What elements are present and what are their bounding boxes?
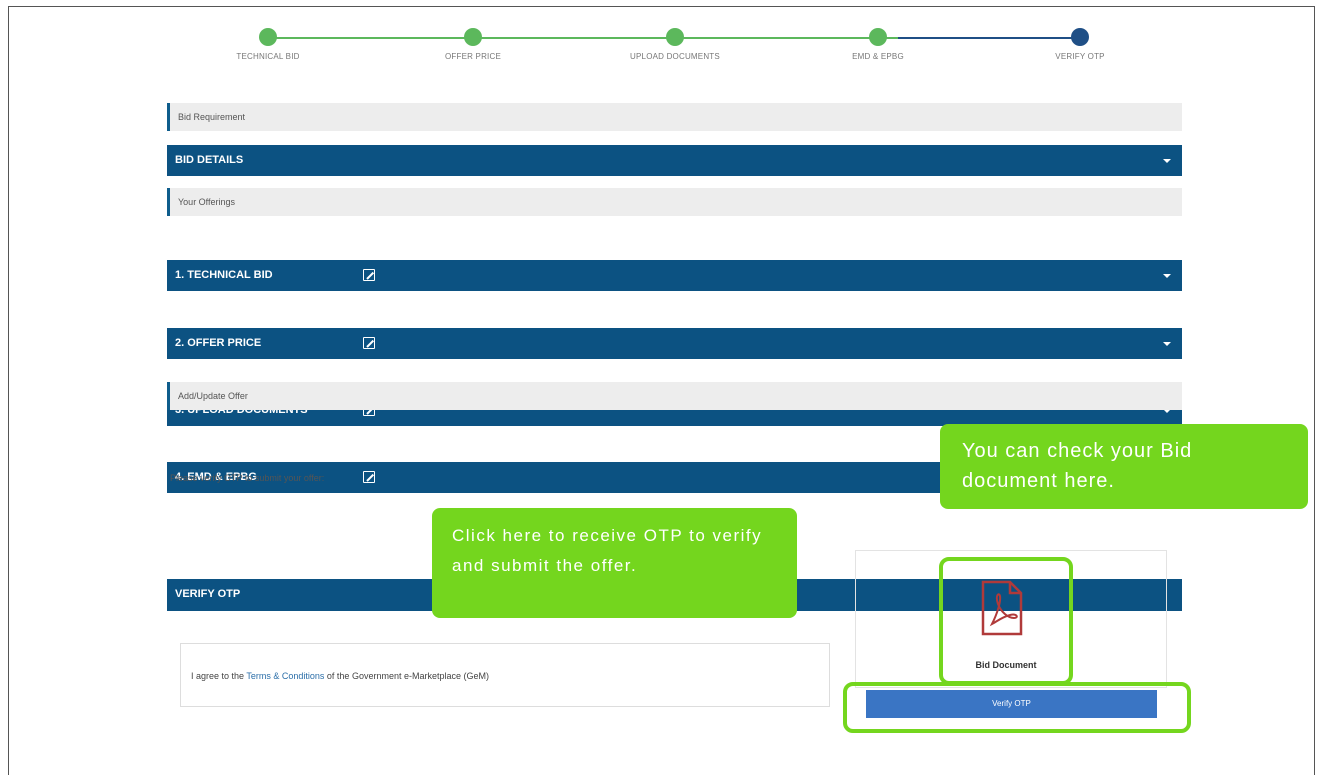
caret-down-icon: [1163, 274, 1171, 278]
bid-details-accordion[interactable]: BID DETAILS: [167, 145, 1182, 176]
terms-link[interactable]: Terms & Conditions: [246, 671, 324, 681]
step-dot: [259, 28, 277, 46]
otp-callout: Click here to receive OTP to verify and …: [432, 508, 797, 618]
edit-icon[interactable]: [363, 337, 375, 349]
step-verify-otp[interactable]: VERIFY OTP: [1020, 22, 1140, 61]
terms-agreement: I agree to the Terms & Conditions of the…: [180, 643, 830, 707]
progress-stepper: TECHNICAL BID OFFER PRICE UPLOAD DOCUMEN…: [180, 22, 1190, 82]
step-dot: [1071, 28, 1089, 46]
bid-requirement-header: Bid Requirement: [167, 103, 1182, 131]
your-offerings-header: Your Offerings: [167, 188, 1182, 216]
step-upload-documents[interactable]: UPLOAD DOCUMENTS: [615, 22, 735, 61]
step-label: EMD & EPBG: [852, 52, 904, 61]
step-offer-price[interactable]: OFFER PRICE: [413, 22, 533, 61]
verify-otp-label: VERIFY OTP: [175, 588, 241, 600]
step-dot: [869, 28, 887, 46]
add-update-offer-header: Add/Update Offer: [167, 382, 1182, 410]
edit-icon[interactable]: [363, 269, 375, 281]
technical-bid-accordion[interactable]: 1. TECHNICAL BID: [167, 260, 1182, 291]
bid-document-callout: You can check your Bid document here.: [940, 424, 1308, 509]
verify-button-highlight: [843, 682, 1191, 733]
step-emd-epbg[interactable]: EMD & EPBG: [818, 22, 938, 61]
bid-details-label: BID DETAILS: [175, 154, 244, 166]
step-label: TECHNICAL BID: [236, 52, 300, 61]
step-label: VERIFY OTP: [1055, 52, 1105, 61]
step-label: UPLOAD DOCUMENTS: [630, 52, 720, 61]
verify-otp-note: Please verify OTP to submit your offer:: [170, 473, 325, 483]
agree-suffix: of the Government e-Marketplace (GeM): [324, 671, 489, 681]
agree-prefix: I agree to the: [191, 671, 247, 681]
offer-price-label: 2. OFFER PRICE: [175, 337, 262, 349]
step-dot: [464, 28, 482, 46]
step-technical-bid[interactable]: TECHNICAL BID: [208, 22, 328, 61]
technical-bid-label: 1. TECHNICAL BID: [175, 269, 273, 281]
caret-down-icon: [1163, 342, 1171, 346]
stepper-line-complete: [268, 37, 898, 39]
edit-icon[interactable]: [363, 471, 375, 483]
caret-down-icon: [1163, 159, 1171, 163]
bid-document-highlight: [939, 557, 1073, 685]
step-dot: [666, 28, 684, 46]
offer-price-accordion[interactable]: 2. OFFER PRICE: [167, 328, 1182, 359]
step-label: OFFER PRICE: [445, 52, 501, 61]
